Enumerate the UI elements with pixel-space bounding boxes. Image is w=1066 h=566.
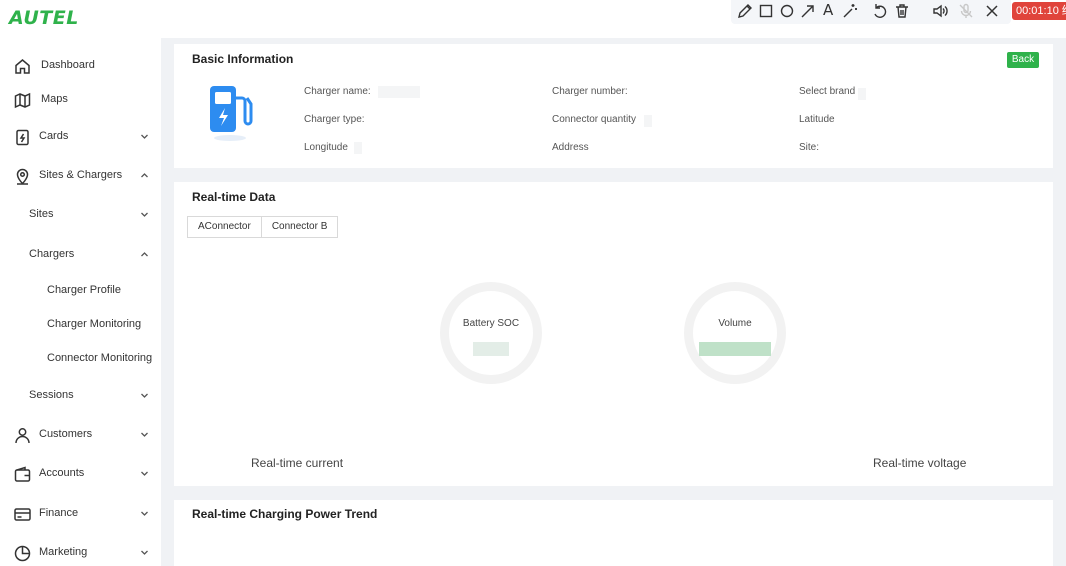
real-time-data-card: Real-time Data AConnector Connector B Ba…: [174, 182, 1053, 486]
undo-icon[interactable]: [871, 2, 889, 20]
chevron-down-icon: [140, 391, 149, 400]
back-button[interactable]: Back: [1007, 52, 1039, 68]
credit-card-icon: [13, 505, 32, 524]
real-time-current-label: Real-time current: [251, 456, 344, 470]
sidebar-item-label: Sites: [29, 208, 54, 220]
sidebar-item-label: Customers: [39, 428, 93, 440]
mic-off-icon[interactable]: [957, 2, 975, 20]
tab-connector-a[interactable]: AConnector: [188, 217, 262, 237]
basic-information-card: Basic Information Back Charger name: Cha…: [174, 44, 1053, 168]
address-label: Address: [552, 142, 589, 153]
user-icon: [13, 426, 32, 445]
site-label: Site:: [799, 142, 820, 153]
sidebar-item-label: Connector Monitoring: [47, 352, 153, 364]
sidebar-item-sites-chargers[interactable]: Sites & Chargers: [0, 159, 161, 193]
charger-icon: [206, 82, 258, 144]
chevron-up-icon: [140, 250, 149, 259]
real-time-data-title: Real-time Data: [192, 190, 276, 204]
brand-value: [858, 88, 866, 100]
longitude-value: [354, 142, 362, 154]
trash-icon[interactable]: [893, 2, 911, 20]
screen-recorder-toolbar: A: [731, 0, 1011, 24]
sidebar-item-chargers[interactable]: Chargers: [0, 238, 161, 272]
connector-quantity-value: [644, 115, 652, 127]
sidebar-item-charger-monitoring[interactable]: Charger Monitoring: [0, 308, 161, 342]
chevron-down-icon: [140, 548, 149, 557]
sidebar-item-label: Finance: [39, 507, 79, 519]
sidebar-item-accounts[interactable]: Accounts: [0, 457, 161, 491]
charger-name-value: [378, 86, 420, 98]
recording-timer[interactable]: 00:01:10 结: [1012, 2, 1066, 20]
sidebar-item-maps[interactable]: Maps: [0, 83, 161, 117]
card-icon: [13, 128, 32, 147]
tab-connector-b[interactable]: Connector B: [261, 217, 338, 237]
sidebar-item-label: Sessions: [29, 389, 74, 401]
sidebar-item-label: Accounts: [39, 467, 85, 479]
real-time-voltage-label: Real-time voltage: [873, 456, 967, 470]
location-pin-icon: [13, 167, 32, 186]
sidebar-item-marketing[interactable]: Marketing: [0, 536, 161, 566]
sidebar-item-connector-monitoring[interactable]: Connector Monitoring: [0, 342, 161, 376]
home-icon: [13, 57, 32, 76]
select-brand-label: Select brand: [799, 86, 856, 97]
pencil-icon[interactable]: [736, 2, 754, 20]
sidebar-item-label: Cards: [39, 130, 69, 142]
chevron-down-icon: [140, 210, 149, 219]
charging-power-trend-title: Real-time Charging Power Trend: [192, 507, 378, 521]
sidebar: Dashboard Maps Cards Sites & Chargers Si…: [0, 38, 161, 566]
text-tool-icon[interactable]: A: [823, 1, 833, 19]
sidebar-item-customers[interactable]: Customers: [0, 418, 161, 452]
chevron-down-icon: [140, 509, 149, 518]
sidebar-item-finance[interactable]: Finance: [0, 497, 161, 531]
pie-chart-icon: [13, 544, 32, 563]
magic-wand-icon[interactable]: [841, 2, 859, 20]
rectangle-icon[interactable]: [757, 2, 775, 20]
wallet-icon: [13, 465, 32, 484]
longitude-label: Longitude: [304, 142, 348, 153]
sidebar-item-cards[interactable]: Cards: [0, 120, 161, 154]
sidebar-item-dashboard[interactable]: Dashboard: [0, 49, 161, 83]
charger-name-label: Charger name:: [304, 86, 371, 97]
sidebar-item-label: Charger Profile: [47, 284, 121, 296]
volume-icon[interactable]: [931, 2, 949, 20]
charger-type-label: Charger type:: [304, 114, 365, 125]
sidebar-item-label: Charger Monitoring: [47, 318, 142, 330]
arrow-icon[interactable]: [799, 2, 817, 20]
sidebar-item-label: Maps: [41, 93, 68, 105]
charging-power-trend-card: Real-time Charging Power Trend: [174, 500, 1053, 566]
latitude-label: Latitude: [799, 114, 835, 125]
battery-soc-label: Battery SOC: [462, 318, 520, 329]
battery-soc-value: [473, 342, 509, 356]
sidebar-item-label: Chargers: [29, 248, 75, 260]
map-icon: [13, 91, 32, 110]
sidebar-item-label: Dashboard: [41, 59, 95, 71]
sidebar-item-charger-profile[interactable]: Charger Profile: [0, 274, 161, 308]
chevron-down-icon: [140, 132, 149, 141]
circle-icon[interactable]: [778, 2, 796, 20]
charger-number-label: Charger number:: [552, 86, 628, 97]
volume-gauge: Volume: [684, 282, 786, 384]
basic-information-title: Basic Information: [192, 52, 294, 66]
volume-value: [699, 342, 771, 356]
top-bar: AUTEL A 00:01:10: [0, 0, 1066, 38]
close-icon[interactable]: [983, 2, 1001, 20]
sidebar-item-sessions[interactable]: Sessions: [0, 379, 161, 413]
volume-label: Volume: [718, 318, 752, 329]
sidebar-item-label: Marketing: [39, 546, 88, 558]
connector-quantity-label: Connector quantity: [552, 114, 636, 125]
connector-tabs: AConnector Connector B: [187, 216, 339, 238]
chevron-down-icon: [140, 469, 149, 478]
chevron-up-icon: [140, 171, 149, 180]
chevron-down-icon: [140, 430, 149, 439]
sidebar-item-label: Sites & Chargers: [39, 169, 123, 181]
battery-soc-gauge: Battery SOC: [440, 282, 542, 384]
sidebar-item-sites[interactable]: Sites: [0, 198, 161, 232]
autel-logo: AUTEL: [9, 7, 79, 29]
